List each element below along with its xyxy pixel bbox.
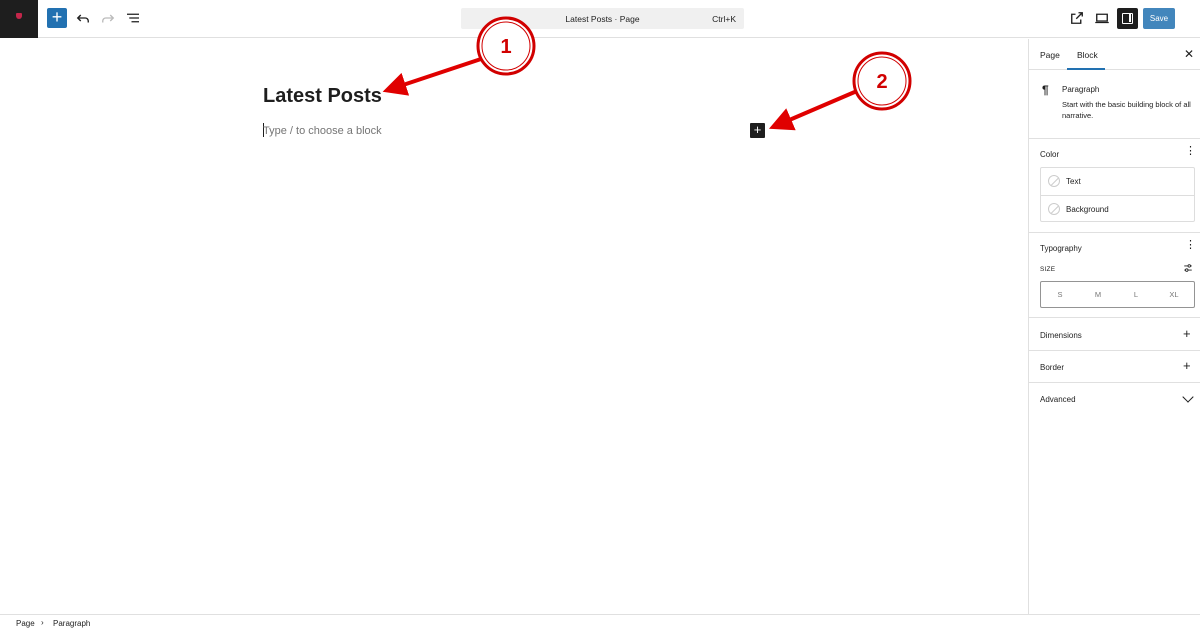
plus-icon[interactable]: + xyxy=(1183,358,1191,373)
tab-block[interactable]: Block xyxy=(1077,50,1098,60)
font-size-option-l[interactable]: L xyxy=(1117,290,1155,299)
block-breadcrumb-bar: Page › Paragraph xyxy=(0,614,1200,630)
paragraph-icon: ¶ xyxy=(1042,83,1049,97)
advanced-panel-title: Advanced xyxy=(1040,395,1076,404)
breadcrumb-paragraph[interactable]: Paragraph xyxy=(53,619,90,628)
font-size-label: SIZE xyxy=(1040,266,1056,273)
custom-size-settings-icon[interactable] xyxy=(1183,263,1193,273)
sidebar-panel-icon xyxy=(1122,13,1133,24)
border-panel[interactable]: Border + xyxy=(1029,351,1200,383)
block-card: ¶ Paragraph Start with the basic buildin… xyxy=(1029,70,1200,139)
post-title[interactable]: Latest Posts xyxy=(263,85,382,108)
inline-block-inserter-button[interactable]: + xyxy=(750,123,765,138)
sidebar-tabs: Page Block ✕ xyxy=(1029,39,1200,70)
save-button[interactable]: Save xyxy=(1143,8,1175,29)
preview-device-icon[interactable] xyxy=(1093,9,1111,27)
block-description: Start with the basic building block of a… xyxy=(1062,100,1191,120)
paragraph-block-placeholder[interactable]: Type / to choose a block xyxy=(263,125,382,137)
chevron-down-icon[interactable] xyxy=(1182,391,1194,403)
font-size-picker: S M L XL xyxy=(1040,281,1195,308)
tab-page[interactable]: Page xyxy=(1040,50,1060,60)
command-palette-bar[interactable]: Latest Posts · Page Ctrl+K xyxy=(461,8,744,29)
settings-sidebar-toggle[interactable] xyxy=(1117,8,1138,29)
breadcrumb-page[interactable]: Page xyxy=(16,619,35,628)
settings-sidebar: Page Block ✕ ¶ Paragraph Start with the … xyxy=(1028,39,1200,614)
view-page-external-icon[interactable] xyxy=(1068,9,1086,27)
site-logo-icon xyxy=(16,13,22,19)
chevron-right-icon: › xyxy=(41,618,44,627)
close-icon[interactable]: ✕ xyxy=(1184,47,1194,61)
dimensions-panel-title: Dimensions xyxy=(1040,331,1082,340)
font-size-option-xl[interactable]: XL xyxy=(1155,290,1193,299)
dimensions-panel[interactable]: Dimensions + xyxy=(1029,318,1200,351)
site-icon-button[interactable] xyxy=(0,0,38,38)
document-overview-icon[interactable] xyxy=(124,9,142,27)
redo-icon[interactable] xyxy=(99,9,117,27)
block-name: Paragraph xyxy=(1062,85,1100,94)
empty-swatch-icon xyxy=(1048,203,1060,215)
color-background-option[interactable]: Background xyxy=(1041,195,1194,222)
block-inserter-button[interactable]: + xyxy=(47,8,67,28)
border-panel-title: Border xyxy=(1040,363,1065,372)
undo-icon[interactable] xyxy=(74,9,92,27)
document-title: Latest Posts · Page xyxy=(565,14,640,24)
empty-swatch-icon xyxy=(1048,175,1060,187)
command-shortcut: Ctrl+K xyxy=(712,14,736,24)
editor-top-bar: + Latest Posts · Page Ctrl+K Save xyxy=(0,0,1200,38)
more-options-icon[interactable]: ⋮ xyxy=(1185,146,1196,157)
color-options-list: Text Background xyxy=(1040,167,1195,222)
advanced-panel[interactable]: Advanced xyxy=(1029,383,1200,416)
color-panel-title: Color xyxy=(1040,150,1060,159)
editor-canvas[interactable]: Latest Posts Type / to choose a block + xyxy=(0,39,1028,614)
color-option-label: Text xyxy=(1066,177,1081,186)
plus-icon[interactable]: + xyxy=(1183,326,1191,341)
more-options-icon[interactable]: ⋮ xyxy=(1185,240,1196,251)
font-size-option-m[interactable]: M xyxy=(1079,290,1117,299)
font-size-option-s[interactable]: S xyxy=(1041,290,1079,299)
color-option-label: Background xyxy=(1066,205,1109,214)
color-text-option[interactable]: Text xyxy=(1041,168,1194,195)
typography-panel-title: Typography xyxy=(1040,244,1082,253)
